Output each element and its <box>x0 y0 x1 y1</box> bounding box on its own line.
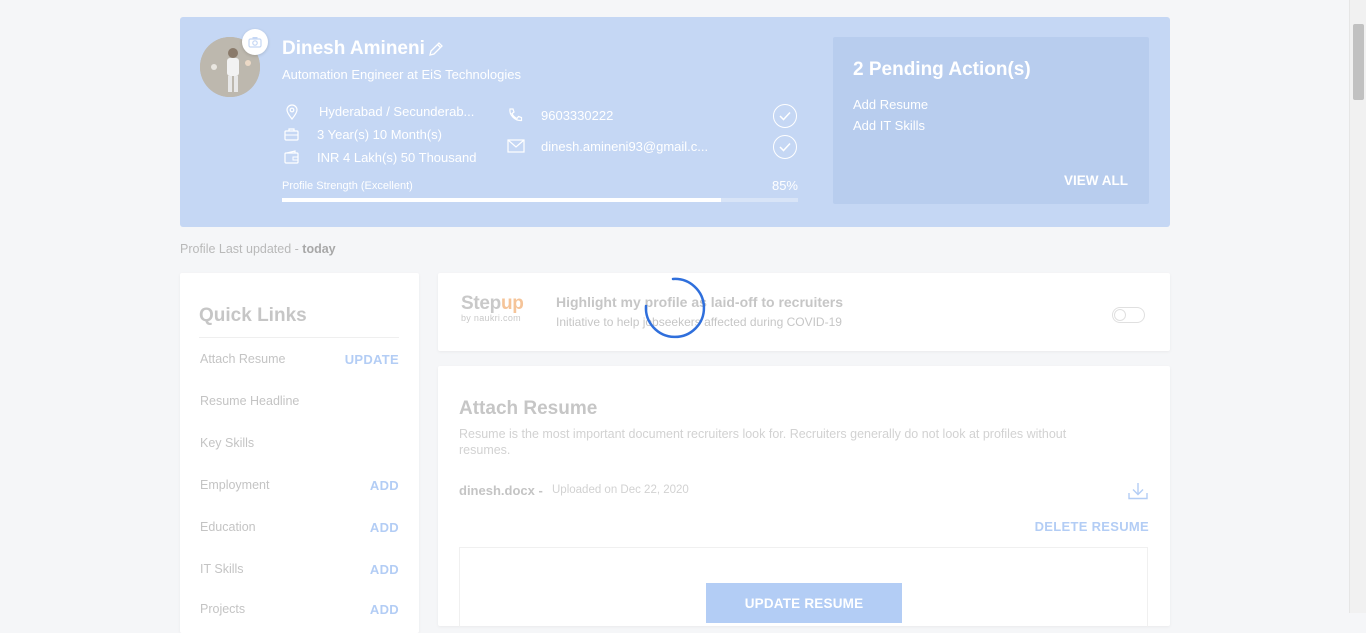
attach-resume-title: Attach Resume <box>459 398 598 419</box>
quick-link-employment[interactable]: Employment ADD <box>200 475 399 495</box>
location-text: Hyderabad / Secunderab... <box>319 104 475 119</box>
phone-icon <box>507 107 523 128</box>
stepup-logo-sub: by naukri.com <box>461 313 521 323</box>
profile-strength-percent: 85% <box>771 178 798 193</box>
attach-resume-card: Attach Resume Resume is the most importa… <box>438 366 1170 627</box>
email-verified-check-icon <box>773 135 797 159</box>
profile-strength-bar <box>282 198 798 202</box>
profile-last-updated: Profile Last updated - today <box>180 242 336 256</box>
attach-resume-description: Resume is the most important document re… <box>459 427 1067 457</box>
quick-link-label[interactable]: Projects <box>200 602 245 616</box>
page-scrollbar[interactable] <box>1349 0 1366 613</box>
briefcase-icon <box>284 127 299 146</box>
experience-text: 3 Year(s) 10 Month(s) <box>317 127 443 142</box>
update-resume-button[interactable]: UPDATE RESUME <box>706 583 902 623</box>
location-pin-icon <box>285 104 299 125</box>
quick-link-label[interactable]: Key Skills <box>200 436 254 450</box>
mail-icon <box>507 139 525 158</box>
scrollbar-thumb[interactable] <box>1353 24 1364 100</box>
quick-links-title: Quick Links <box>199 305 307 326</box>
stepup-logo: Stepup by naukri.com <box>461 293 524 323</box>
loading-spinner-icon <box>644 277 706 339</box>
view-all-link[interactable]: VIEW ALL <box>1064 173 1128 188</box>
pending-actions-title: 2 Pending Action(s) <box>853 59 1031 80</box>
salary-text: INR 4 Lakh(s) 50 Thousand <box>317 150 477 165</box>
edit-pencil-icon[interactable] <box>428 41 444 62</box>
resume-file-name: dinesh.docx - <box>459 483 543 498</box>
quick-link-add-button[interactable]: ADD <box>370 520 399 535</box>
pending-item-add-it-skills[interactable]: Add IT Skills <box>853 118 925 133</box>
wallet-icon <box>284 150 299 169</box>
quick-link-projects[interactable]: Projects ADD <box>200 599 399 619</box>
quick-link-add-button[interactable]: ADD <box>370 562 399 577</box>
profile-strength-fill <box>282 198 721 202</box>
profile-name: Dinesh Amineni <box>282 38 425 59</box>
phone-verified-check-icon <box>773 104 797 128</box>
pending-item-add-resume[interactable]: Add Resume <box>853 97 928 112</box>
delete-resume-button[interactable]: DELETE RESUME <box>1035 519 1149 534</box>
quick-link-add-button[interactable]: ADD <box>370 478 399 493</box>
quick-link-label[interactable]: Employment <box>200 478 269 492</box>
quick-link-label[interactable]: Resume Headline <box>200 394 299 408</box>
stepup-logo-step: Step <box>461 293 501 314</box>
camera-icon[interactable] <box>242 29 268 55</box>
quick-link-add-button[interactable]: ADD <box>370 602 399 617</box>
profile-strength-label: Profile Strength (Excellent) <box>282 180 413 192</box>
resume-upload-date: Uploaded on Dec 22, 2020 <box>552 484 689 496</box>
download-icon[interactable] <box>1128 482 1148 505</box>
pending-actions-box: 2 Pending Action(s) Add Resume Add IT Sk… <box>833 37 1149 204</box>
stepup-logo-up: up <box>500 293 524 314</box>
stepup-card: Stepup by naukri.com Highlight my profil… <box>438 273 1170 351</box>
profile-title: Automation Engineer at EiS Technologies <box>282 67 521 82</box>
quick-link-education[interactable]: Education ADD <box>200 517 399 537</box>
quick-link-label[interactable]: IT Skills <box>200 562 244 576</box>
last-updated-prefix: Profile Last updated - <box>180 242 303 256</box>
divider <box>199 337 399 338</box>
phone-text: 9603330222 <box>541 108 614 123</box>
quick-link-it-skills[interactable]: IT Skills ADD <box>200 559 399 579</box>
quick-link-label[interactable]: Education <box>200 520 256 534</box>
quick-link-attach-resume[interactable]: Attach Resume UPDATE <box>200 349 399 369</box>
quick-link-update-button[interactable]: UPDATE <box>345 352 399 367</box>
quick-link-key-skills[interactable]: Key Skills <box>200 433 399 453</box>
quick-links-panel: Quick Links Attach Resume UPDATE Resume H… <box>180 273 419 633</box>
email-text: dinesh.amineni93@gmail.c... <box>541 139 709 154</box>
laid-off-toggle[interactable] <box>1112 307 1145 323</box>
last-updated-value: today <box>302 242 336 256</box>
profile-header-card: Dinesh Amineni Automation Engineer at Ei… <box>180 17 1170 227</box>
toggle-knob <box>1114 309 1126 321</box>
quick-link-label[interactable]: Attach Resume <box>200 352 285 366</box>
quick-link-resume-headline[interactable]: Resume Headline <box>200 391 399 411</box>
